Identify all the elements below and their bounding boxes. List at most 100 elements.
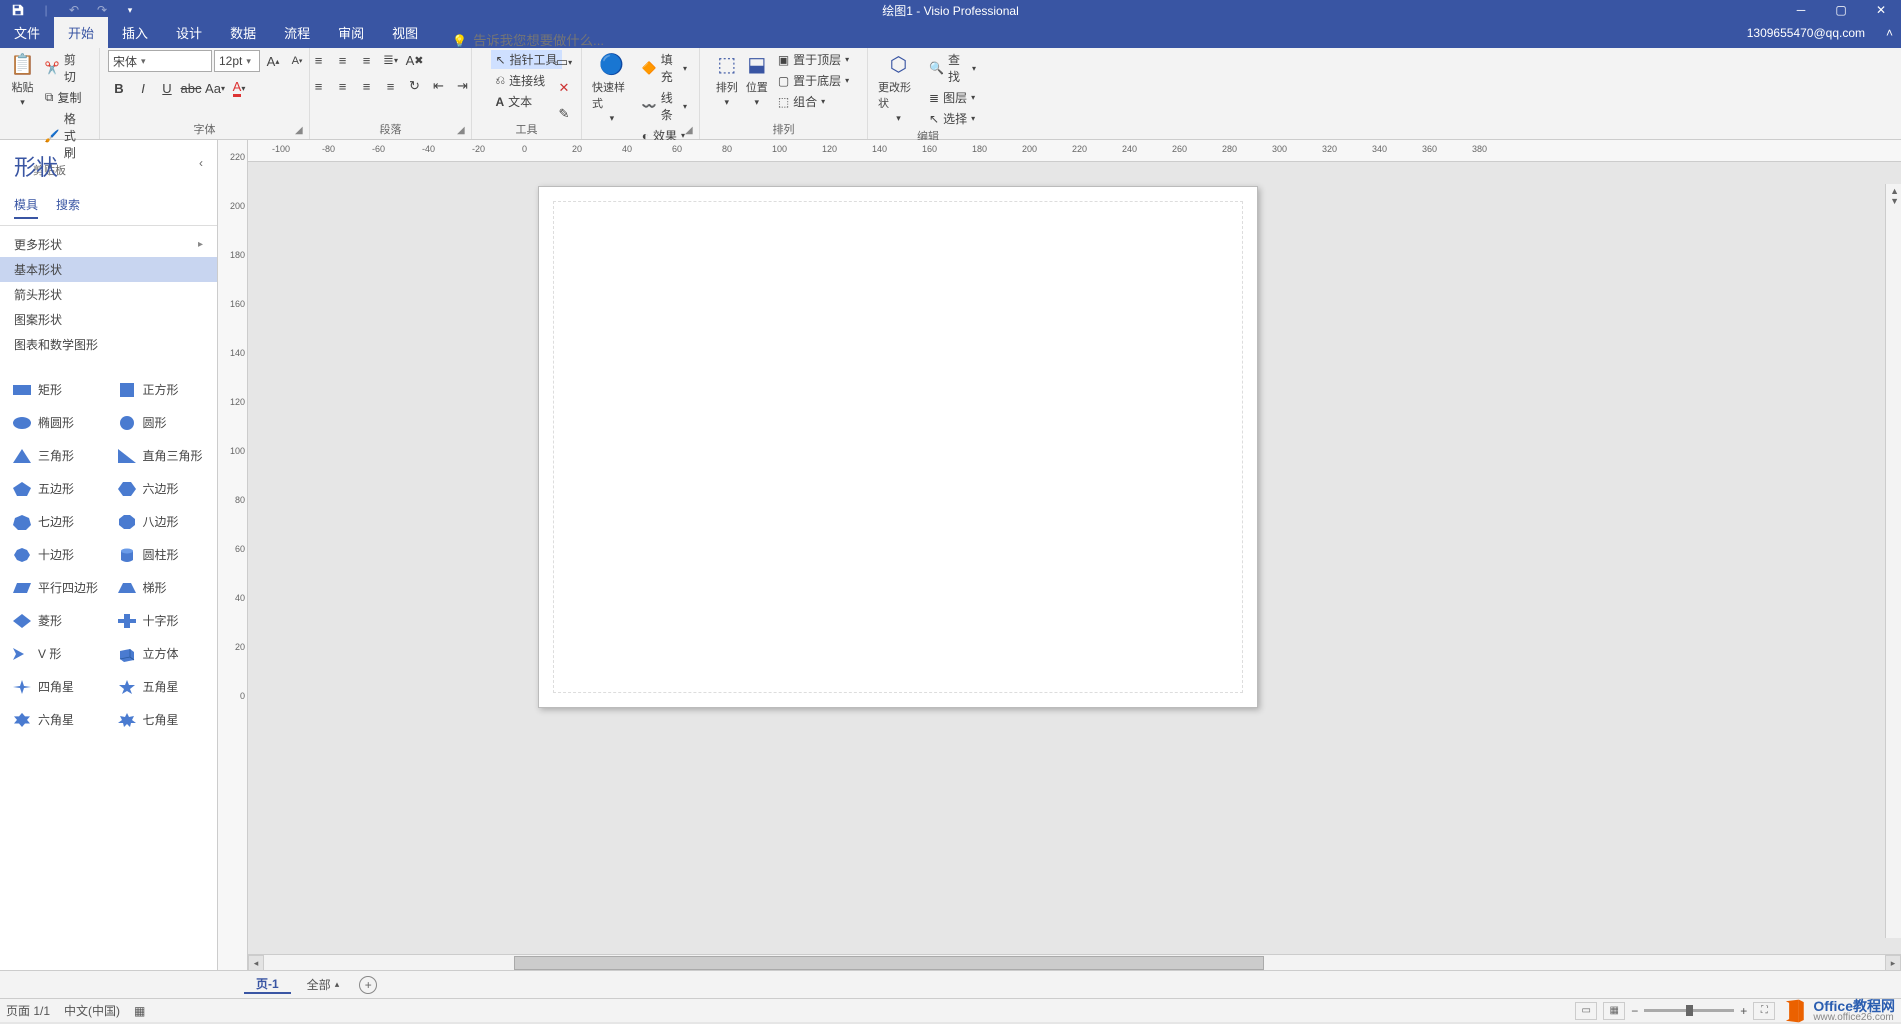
shape-item[interactable]: 立方体 xyxy=(109,637,214,670)
shape-item[interactable]: 七边形 xyxy=(4,505,109,538)
close-button[interactable]: ✕ xyxy=(1861,0,1901,20)
rectangle-tool-button[interactable]: ▭▾ xyxy=(553,52,575,72)
align-top-button[interactable]: ≡ xyxy=(308,50,330,70)
tab-view[interactable]: 视图 xyxy=(378,17,432,48)
freeform-tool-button[interactable]: ✎ xyxy=(553,104,575,124)
vertical-scrollbar[interactable]: ▲▼ xyxy=(1885,184,1901,938)
shape-item[interactable]: 五边形 xyxy=(4,472,109,505)
cut-button[interactable]: ✂️剪切 xyxy=(41,50,91,86)
shape-item[interactable]: 菱形 xyxy=(4,604,109,637)
scroll-thumb[interactable] xyxy=(514,956,1264,970)
category-pattern-shapes[interactable]: 图案形状 xyxy=(0,307,217,332)
shape-item[interactable]: 圆柱形 xyxy=(109,538,214,571)
scroll-left-button[interactable]: ◂ xyxy=(248,955,264,971)
zoom-out-button[interactable]: − xyxy=(1631,1004,1638,1018)
arrange-button[interactable]: ⬚排列▾ xyxy=(714,50,740,110)
minimize-button[interactable]: ─ xyxy=(1781,0,1821,20)
tab-data[interactable]: 数据 xyxy=(216,17,270,48)
strikethrough-button[interactable]: abc xyxy=(180,78,202,98)
shape-item[interactable]: 椭圆形 xyxy=(4,406,109,439)
bring-front-button[interactable]: ▣置于顶层▾ xyxy=(774,50,853,69)
normal-view-button[interactable]: ▦ xyxy=(1603,1002,1625,1020)
shape-item[interactable]: 七角星 xyxy=(109,703,214,736)
decrease-indent-button[interactable]: ⇤ xyxy=(428,76,450,96)
align-center-button[interactable]: ≡ xyxy=(332,76,354,96)
shape-item[interactable]: 正方形 xyxy=(109,373,214,406)
layers-button[interactable]: ≣图层▾ xyxy=(925,88,980,107)
shape-item[interactable]: 十边形 xyxy=(4,538,109,571)
align-right-button[interactable]: ≡ xyxy=(356,76,378,96)
change-case-button[interactable]: Aa▾ xyxy=(204,78,226,98)
category-arrow-shapes[interactable]: 箭头形状 xyxy=(0,282,217,307)
restore-button[interactable]: ▢ xyxy=(1821,0,1861,20)
line-button[interactable]: 〰️线条▾ xyxy=(638,88,691,124)
shape-item[interactable]: 直角三角形 xyxy=(109,439,214,472)
shape-item[interactable]: 矩形 xyxy=(4,373,109,406)
fit-page-button[interactable]: ⛶ xyxy=(1753,1002,1775,1020)
tab-home[interactable]: 开始 xyxy=(54,17,108,48)
category-chart-math-shapes[interactable]: 图表和数学图形 xyxy=(0,332,217,357)
category-basic-shapes[interactable]: 基本形状 xyxy=(0,257,217,282)
align-bottom-button[interactable]: ≡ xyxy=(356,50,378,70)
shape-styles-dialog-launcher[interactable]: ◢ xyxy=(685,125,697,137)
shapes-collapse-button[interactable]: ‹ xyxy=(199,156,203,170)
shapes-subtab-search[interactable]: 搜索 xyxy=(56,196,80,219)
underline-button[interactable]: U xyxy=(156,78,178,98)
font-name-combo[interactable]: 宋体▾ xyxy=(108,50,212,72)
horizontal-scrollbar[interactable]: ◂ ▸ xyxy=(248,954,1901,970)
scroll-up-icon[interactable]: ▲ xyxy=(1890,186,1899,196)
decrease-font-button[interactable]: A▾ xyxy=(286,51,308,71)
select-button[interactable]: ↖选择▾ xyxy=(925,109,980,128)
shape-item[interactable]: 八边形 xyxy=(109,505,214,538)
tab-file[interactable]: 文件 xyxy=(0,17,54,48)
zoom-slider[interactable] xyxy=(1644,1009,1734,1012)
shape-item[interactable]: 平行四边形 xyxy=(4,571,109,604)
shape-item[interactable]: 四角星 xyxy=(4,670,109,703)
font-dialog-launcher[interactable]: ◢ xyxy=(295,125,307,137)
page-tab-1[interactable]: 页-1 xyxy=(244,975,291,994)
paragraph-dialog-launcher[interactable]: ◢ xyxy=(457,125,469,137)
account-label[interactable]: 1309655470@qq.com xyxy=(1747,26,1865,40)
macro-recorder-icon[interactable]: ▦ xyxy=(134,1004,145,1018)
shape-item[interactable]: 六角星 xyxy=(4,703,109,736)
clear-format-button[interactable]: A✖ xyxy=(404,50,426,70)
align-middle-button[interactable]: ≡ xyxy=(332,50,354,70)
paste-button[interactable]: 📋 粘贴 ▾ xyxy=(8,50,37,110)
text-tool-button[interactable]: A文本 xyxy=(491,92,561,111)
zoom-in-button[interactable]: + xyxy=(1740,1004,1747,1018)
tell-me[interactable]: 💡 xyxy=(452,33,653,48)
tab-design[interactable]: 设计 xyxy=(162,17,216,48)
position-button[interactable]: ⬓位置▾ xyxy=(744,50,770,110)
font-size-combo[interactable]: 12pt▾ xyxy=(214,50,260,72)
status-language[interactable]: 中文(中国) xyxy=(64,1002,120,1019)
bullets-button[interactable]: ≣▾ xyxy=(380,50,402,70)
zoom-thumb[interactable] xyxy=(1686,1005,1693,1016)
tab-review[interactable]: 审阅 xyxy=(324,17,378,48)
tab-process[interactable]: 流程 xyxy=(270,17,324,48)
rotate-text-button[interactable]: ↻ xyxy=(404,76,426,96)
find-button[interactable]: 🔍查找▾ xyxy=(925,50,980,86)
bold-button[interactable]: B xyxy=(108,78,130,98)
shape-item[interactable]: 五角星 xyxy=(109,670,214,703)
quick-styles-button[interactable]: 🔵 快速样式 ▾ xyxy=(590,50,634,126)
delete-tool-button[interactable]: ✕ xyxy=(553,78,575,98)
align-left-button[interactable]: ≡ xyxy=(308,76,330,96)
copy-button[interactable]: ⧉复制 xyxy=(41,88,91,107)
font-color-button[interactable]: A▾ xyxy=(228,78,250,98)
scroll-right-button[interactable]: ▸ xyxy=(1885,955,1901,971)
shapes-subtab-stencils[interactable]: 模具 xyxy=(14,196,38,219)
connector-tool-button[interactable]: ⎌连接线 xyxy=(491,71,561,90)
italic-button[interactable]: I xyxy=(132,78,154,98)
shape-item[interactable]: V 形 xyxy=(4,637,109,670)
justify-button[interactable]: ≡ xyxy=(380,76,402,96)
ribbon-collapse-button[interactable]: ˄ xyxy=(1886,26,1893,40)
canvas-viewport[interactable]: ▲▼ xyxy=(248,162,1901,954)
group-shapes-button[interactable]: ⬚组合▾ xyxy=(774,92,853,111)
increase-indent-button[interactable]: ⇥ xyxy=(452,76,474,96)
change-shape-button[interactable]: ⬡更改形状▾ xyxy=(876,50,921,126)
scroll-down-icon[interactable]: ▼ xyxy=(1890,196,1899,206)
pointer-tool-button[interactable]: ↖指针工具 xyxy=(491,50,561,69)
increase-font-button[interactable]: A▴ xyxy=(262,51,284,71)
shape-item[interactable]: 六边形 xyxy=(109,472,214,505)
tell-me-input[interactable] xyxy=(473,33,653,48)
